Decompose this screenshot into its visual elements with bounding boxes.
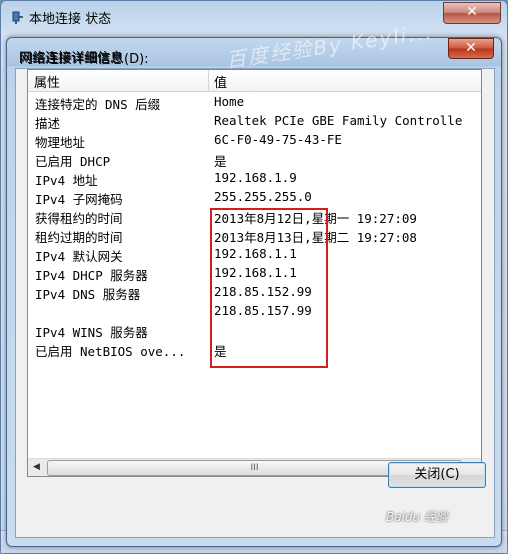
- watermark-bottom: Baidu 经验: [386, 510, 448, 524]
- details-list-label: 网络连接详细信息(D):: [20, 52, 149, 67]
- table-row[interactable]: IPv4 地址 192.168.1.9: [28, 168, 481, 188]
- listview-header: 属性 值: [28, 70, 481, 92]
- row-value: 255.255.255.0: [214, 189, 312, 204]
- row-value: 192.168.1.9: [214, 170, 297, 185]
- row-value: Realtek PCIe GBE Family Controlle: [214, 113, 463, 128]
- table-row[interactable]: 已启用 DHCP 是: [28, 149, 481, 169]
- table-row[interactable]: 连接特定的 DNS 后缀 Home: [28, 92, 481, 112]
- column-header-value[interactable]: 值: [214, 72, 227, 91]
- table-row[interactable]: IPv4 子网掩码 255.255.255.0: [28, 187, 481, 207]
- scroll-left-arrow-icon[interactable]: ◀: [28, 459, 45, 476]
- row-property: 已启用 NetBIOS ove...: [35, 344, 186, 359]
- table-row[interactable]: 物理地址 6C-F0-49-75-43-FE: [28, 130, 481, 150]
- parent-window-title-text: 本地连接 状态: [29, 12, 112, 27]
- column-header-property[interactable]: 属性: [34, 72, 60, 91]
- column-divider[interactable]: [208, 70, 209, 91]
- close-icon: ✕: [465, 40, 477, 56]
- table-row[interactable]: 描述 Realtek PCIe GBE Family Controlle: [28, 111, 481, 131]
- row-value: Home: [214, 94, 245, 109]
- row-value: 6C-F0-49-75-43-FE: [214, 132, 342, 147]
- parent-window-title: 本地连接 状态: [11, 8, 111, 27]
- parent-window-close-button[interactable]: ✕: [443, 2, 501, 24]
- highlight-box: [210, 208, 328, 368]
- details-listview[interactable]: 属性 值 连接特定的 DNS 后缀 Home 描述 Realtek PCIe GBE…: [27, 69, 482, 477]
- close-icon: ✕: [466, 4, 478, 20]
- dialog-close-button[interactable]: ✕: [448, 38, 494, 59]
- close-button[interactable]: 关闭(C): [388, 462, 486, 488]
- network-connection-icon: [11, 11, 25, 25]
- grip-icon: III: [250, 463, 259, 473]
